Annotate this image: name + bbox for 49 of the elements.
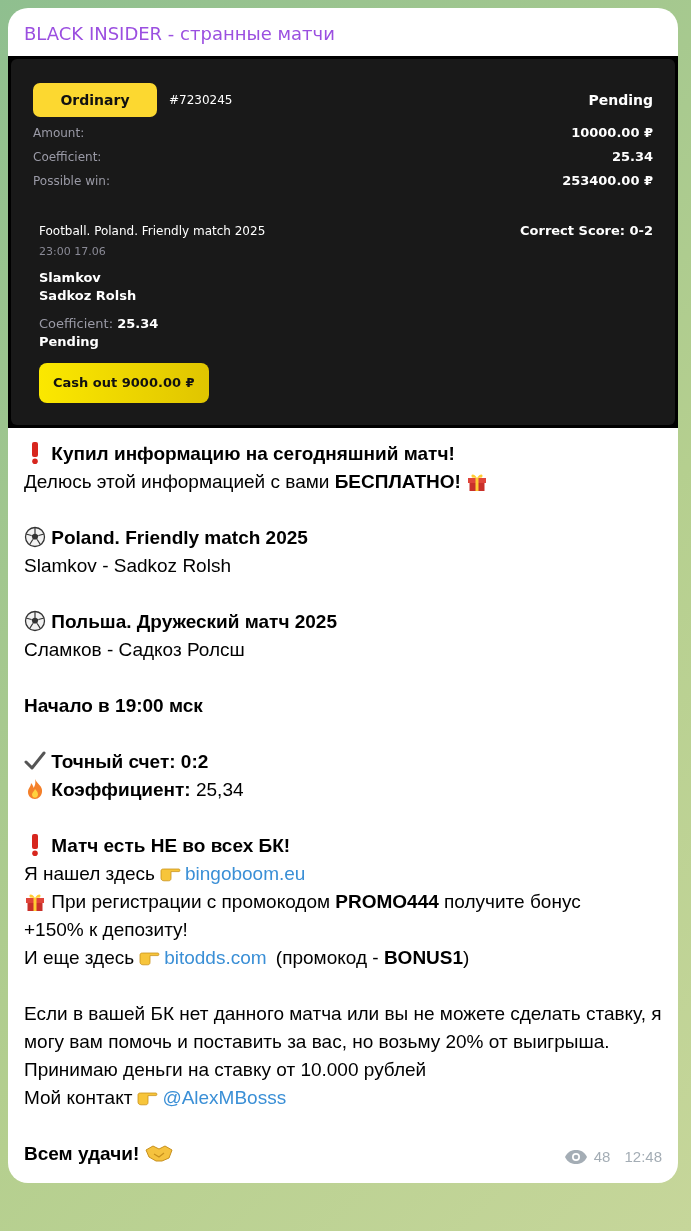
message-text: (промокод - BONUS1) <box>275 947 470 968</box>
summary-label: Amount: <box>33 125 85 142</box>
team-name: Slamkov <box>39 269 101 287</box>
message-heading: Всем удачи! <box>24 1143 140 1164</box>
message-heading: Польша. Дружеский матч 2025 <box>51 611 337 632</box>
coefficient-label: Coefficient: <box>39 316 114 331</box>
summary-label: Possible win: <box>33 173 110 190</box>
summary-label: Coefficient: <box>33 149 102 166</box>
market-label: Correct Score: 0-2 <box>520 222 653 240</box>
message-text: Slamkov - Sadkoz Rolsh <box>24 555 231 576</box>
bet-id: #7230245 <box>169 92 233 109</box>
channel-title[interactable]: BLACK INSIDER - странные матчи <box>8 8 351 56</box>
event-name: Football. Poland. Friendly match 2025 <box>39 223 266 240</box>
coefficient-value: 25.34 <box>117 316 159 331</box>
message-text: Если в вашей БК нет данного матча или вы не можете сделать ставку, я могу вам помочь и поставить за вас, но возьму 20% от выигрыша. <box>24 1003 662 1052</box>
soccer-ball-icon <box>24 526 46 548</box>
cash-out-button[interactable]: Cash out 9000.00 ₽ <box>39 363 209 403</box>
eye-icon <box>563 1149 588 1166</box>
message-text: Мой контакт <box>24 1087 133 1108</box>
message-heading: Матч есть НЕ во всех БК! <box>51 835 291 856</box>
event-time: 23:00 17.06 <box>39 244 106 260</box>
exclamation-icon <box>32 834 38 856</box>
message-link[interactable]: bingoboom.eu <box>184 863 306 884</box>
message-text: Делюсь этой информацией с вами БЕСПЛАТНО! <box>24 471 461 492</box>
soccer-ball-icon <box>24 610 46 632</box>
message-heading: Купил информацию на сегодняшний матч! <box>51 443 455 464</box>
message-text: +150% к депозиту! <box>24 919 188 940</box>
message-text: Я нашел здесь <box>24 863 155 884</box>
check-icon <box>24 750 46 772</box>
exclamation-icon <box>32 442 38 464</box>
message-heading: Точный счет: 0:2 <box>51 751 209 772</box>
message-link[interactable]: bitodds.com <box>164 947 267 968</box>
view-count: 48 <box>593 1147 611 1167</box>
summary-value: 10000.00 ₽ <box>571 124 653 142</box>
message-text: Коэффициент: 25,34 <box>51 779 244 800</box>
message-text: Принимаю деньги на ставку от 10.000 рублей <box>24 1059 427 1080</box>
message-link[interactable]: @AlexMBosss <box>162 1087 287 1108</box>
message-heading: Poland. Friendly match 2025 <box>51 527 308 548</box>
summary-value: 25.34 <box>611 148 653 166</box>
message-text: И еще здесь <box>24 947 135 968</box>
message-heading: Начало в 19:00 мск <box>24 695 203 716</box>
event-status: Pending <box>39 333 99 351</box>
team-name: Sadkoz Rolsh <box>39 287 137 305</box>
message-text: При регистрации с промокодом PROMO444 получите бонус <box>51 891 581 912</box>
bet-type-badge: Ordinary <box>33 83 157 117</box>
summary-value: 253400.00 ₽ <box>562 172 653 190</box>
bet-status: Pending <box>588 90 653 110</box>
message-time: 12:48 <box>624 1147 662 1167</box>
message-text: Сламков - Садкоз Ролсш <box>24 639 245 660</box>
